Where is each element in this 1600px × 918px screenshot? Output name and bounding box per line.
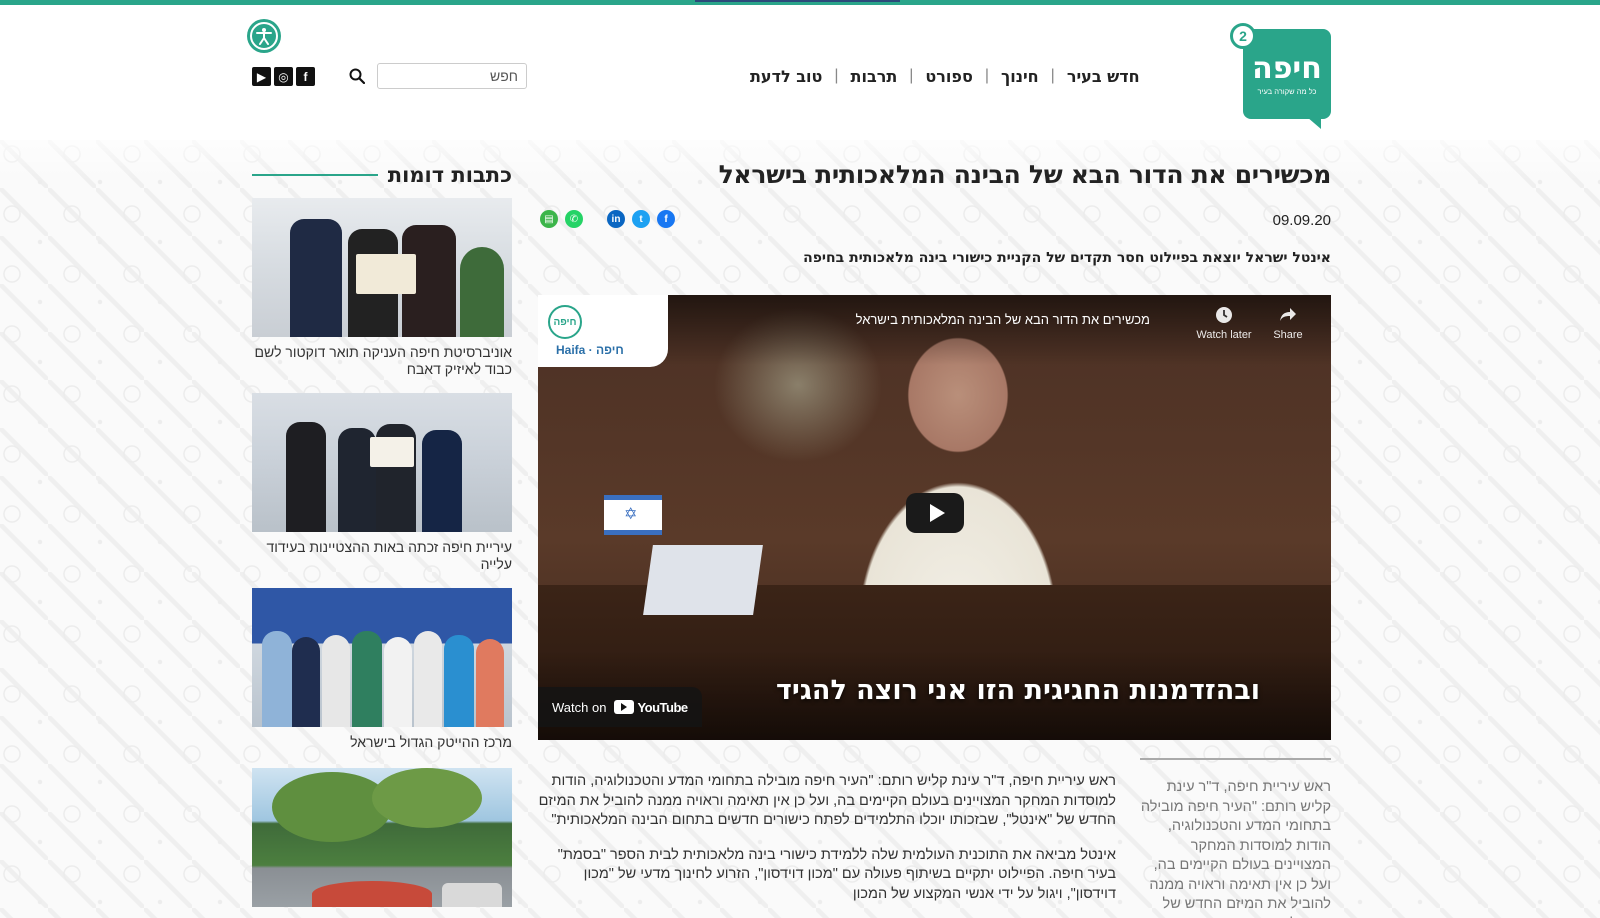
- facebook-icon[interactable]: f: [296, 67, 315, 86]
- channel-avatar[interactable]: חיפה: [548, 305, 582, 339]
- article-title: מכשירים את הדור הבא של הבינה המלאכותית ב…: [718, 160, 1332, 189]
- nav-separator: |: [834, 67, 839, 84]
- video-scene-papers: [643, 545, 763, 615]
- related-article-caption: עיריית חיפה זכתה באות ההצטיינות בעידוד ע…: [266, 539, 512, 572]
- main-nav: חדש בעיר | חינוך | ספורט | תרבות | טוב ל…: [750, 65, 1140, 87]
- related-article-image: [252, 588, 512, 727]
- search-icon[interactable]: [345, 64, 369, 88]
- related-article-image: [252, 393, 512, 532]
- nav-item-new-in-city[interactable]: חדש בעיר: [1067, 67, 1140, 86]
- watch-on-youtube-button[interactable]: Watch on YouTube: [538, 687, 702, 727]
- video-subtitle: ובהזדמנות החגיגית הזו אני רוצה להגיד: [776, 675, 1260, 706]
- search-bar: [345, 63, 527, 89]
- reading-progress-bar: [695, 0, 900, 2]
- nav-separator: |: [984, 67, 989, 84]
- clock-icon: [1214, 305, 1234, 325]
- linkedin-share-icon[interactable]: in: [607, 210, 625, 228]
- pull-quote: ראש עיריית חיפה, ד"ר עינת קליש רותם: "הע…: [1140, 758, 1331, 918]
- logo-speech-tail: [1307, 117, 1321, 129]
- logo-text: חיפה: [1252, 50, 1322, 86]
- article-paragraph: אינטל מביאה את התוכנית העולמית שלה ללמיד…: [557, 846, 1116, 902]
- related-article-caption: מרכז ההייטק הגדול בישראל: [350, 734, 512, 750]
- youtube-video-embed[interactable]: חיפה Haifa · חיפה מכשירים את הדור הבא של…: [538, 295, 1331, 740]
- instagram-icon[interactable]: ◎: [274, 67, 293, 86]
- logo-badge: 2: [1230, 23, 1256, 49]
- article-body: ראש עיריית חיפה, ד"ר עינת קליש רותם: "הע…: [538, 772, 1116, 918]
- youtube-icon[interactable]: ▶: [252, 67, 271, 86]
- whatsapp-share-icon[interactable]: ✆: [565, 210, 583, 228]
- related-article-card[interactable]: עיריית חיפה זכתה באות ההצטיינות בעידוד ע…: [252, 393, 512, 573]
- sidebar-title-underline: [252, 174, 378, 176]
- print-share-icon[interactable]: ▤: [540, 210, 558, 228]
- sidebar-header: כתבות דומות: [252, 160, 512, 190]
- related-article-card[interactable]: מרכז ההייטק הגדול בישראל: [252, 588, 512, 751]
- sidebar-title: כתבות דומות: [387, 163, 512, 187]
- nav-item-education[interactable]: חינוך: [1001, 67, 1039, 86]
- related-articles-sidebar: כתבות דומות אוניברסיטת חיפה העניקה תואר …: [252, 160, 512, 907]
- related-article-caption: אוניברסיטת חיפה העניקה תואר דוקטור לשם כ…: [254, 344, 512, 377]
- video-title[interactable]: מכשירים את הדור הבא של הבינה המלאכותית ב…: [590, 312, 1150, 327]
- accessibility-icon: [250, 22, 278, 50]
- share-buttons: ▤ ✆ in t f: [540, 210, 675, 228]
- article-date: 09.09.20: [1272, 212, 1331, 229]
- watch-later-label: Watch later: [1196, 329, 1252, 341]
- article-paragraph: ראש עיריית חיפה, ד"ר עינת קליש רותם: "הע…: [538, 773, 1116, 828]
- site-logo[interactable]: חיפה כל מה שקורה בעיר: [1243, 29, 1331, 129]
- related-article-card[interactable]: [252, 768, 512, 914]
- video-scene-flag: [604, 495, 662, 535]
- related-article-card[interactable]: אוניברסיטת חיפה העניקה תואר דוקטור לשם כ…: [252, 198, 512, 378]
- nav-item-culture[interactable]: תרבות: [851, 67, 898, 86]
- related-article-image: [252, 198, 512, 337]
- nav-item-good-to-know[interactable]: טוב לדעת: [750, 67, 822, 86]
- watch-later-button[interactable]: Watch later: [1192, 305, 1256, 341]
- article-lead: אינטל ישראל יוצאת בפיילוט חסר תקדים של ה…: [803, 250, 1331, 266]
- facebook-share-icon[interactable]: f: [657, 210, 675, 228]
- logo-subtitle: כל מה שקורה בעיר: [1257, 86, 1317, 96]
- play-icon: [929, 504, 945, 522]
- accessibility-button[interactable]: [247, 19, 281, 53]
- watch-on-label: Watch on: [552, 699, 607, 715]
- social-links: ▶ ◎ f: [252, 67, 315, 86]
- youtube-play-icon: [614, 700, 635, 714]
- youtube-logo-text: YouTube: [637, 699, 688, 715]
- related-article-image: [252, 768, 512, 907]
- nav-separator: |: [909, 67, 914, 84]
- site-header: ▶ ◎ f חדש בעיר | חינוך | ספורט | תרבות |…: [0, 5, 1600, 140]
- channel-logo-box: חיפה Haifa · חיפה: [538, 295, 668, 367]
- share-arrow-icon: [1278, 305, 1298, 325]
- nav-separator: |: [1050, 67, 1055, 84]
- share-video-label: Share: [1273, 329, 1303, 341]
- nav-item-sports[interactable]: ספורט: [925, 67, 972, 86]
- youtube-logo: YouTube: [614, 699, 688, 715]
- play-button[interactable]: [906, 493, 964, 533]
- search-input[interactable]: [377, 63, 527, 89]
- channel-logo-text: Haifa · חיפה: [556, 343, 624, 357]
- share-video-button[interactable]: Share: [1256, 305, 1320, 341]
- twitter-share-icon[interactable]: t: [632, 210, 650, 228]
